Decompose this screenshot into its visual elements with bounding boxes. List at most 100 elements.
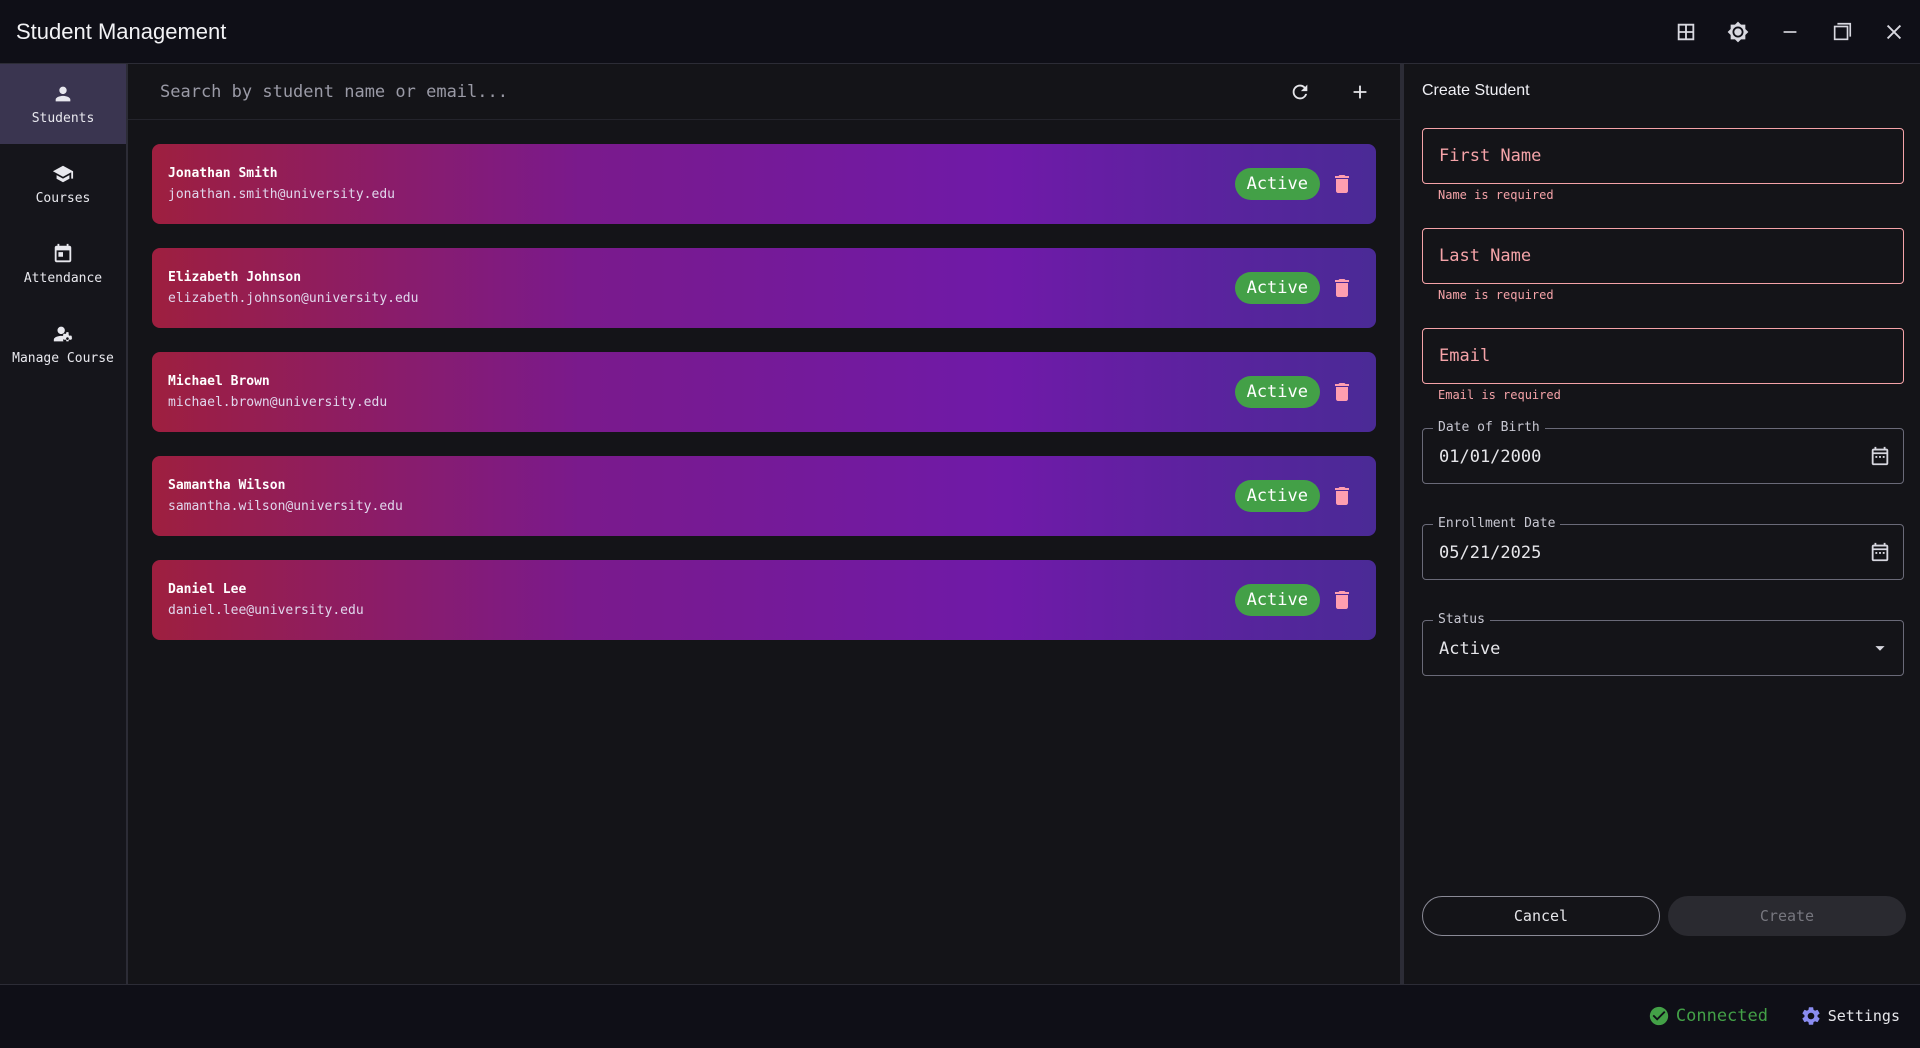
date-of-birth-field[interactable]: Date of Birth 01/01/2000 bbox=[1422, 420, 1904, 484]
delete-button[interactable] bbox=[1330, 484, 1354, 508]
trash-icon bbox=[1335, 175, 1349, 193]
brightness-icon bbox=[1727, 21, 1749, 43]
enrollment-date-label: Enrollment Date bbox=[1433, 516, 1561, 531]
calendar-icon[interactable] bbox=[1869, 541, 1891, 563]
create-button[interactable]: Create bbox=[1668, 896, 1906, 936]
close-icon bbox=[1886, 24, 1902, 40]
student-name: Jonathan Smith bbox=[168, 166, 278, 181]
chevron-down-icon bbox=[1875, 646, 1885, 651]
calendar-icon bbox=[54, 243, 72, 262]
student-email: jonathan.smith@university.edu bbox=[168, 187, 395, 202]
status-badge: Active bbox=[1234, 480, 1320, 512]
maximize-icon bbox=[1833, 22, 1852, 41]
delete-button[interactable] bbox=[1330, 276, 1354, 300]
student-info: Samantha Wilson samantha.wilson@universi… bbox=[168, 478, 403, 514]
trash-icon bbox=[1335, 279, 1349, 297]
student-name: Daniel Lee bbox=[168, 582, 247, 597]
student-list-panel: Jonathan Smith jonathan.smith@university… bbox=[128, 64, 1404, 984]
list-actions bbox=[1270, 64, 1390, 120]
student-card[interactable]: Jonathan Smith jonathan.smith@university… bbox=[152, 144, 1376, 224]
close-button[interactable] bbox=[1868, 0, 1920, 64]
student-card[interactable]: Daniel Lee daniel.lee@university.edu Act… bbox=[152, 560, 1376, 640]
student-info: Jonathan Smith jonathan.smith@university… bbox=[168, 166, 395, 202]
calendar-icon[interactable] bbox=[1869, 445, 1891, 467]
settings-label: Settings bbox=[1827, 1007, 1900, 1025]
sidebar: Students Courses Attendance Manage Cours… bbox=[0, 64, 128, 984]
student-email: elizabeth.johnson@university.edu bbox=[168, 291, 419, 306]
check-circle-icon bbox=[1649, 1006, 1669, 1026]
sidebar-item-label: Attendance bbox=[23, 270, 103, 286]
connection-status: Connected bbox=[1648, 1005, 1768, 1027]
delete-button[interactable] bbox=[1330, 588, 1354, 612]
student-card[interactable]: Elizabeth Johnson elizabeth.johnson@univ… bbox=[152, 248, 1376, 328]
last-name-error: Name is required bbox=[1438, 288, 1554, 302]
first-name-input[interactable] bbox=[1423, 129, 1903, 183]
school-icon bbox=[52, 165, 74, 182]
refresh-button[interactable] bbox=[1270, 64, 1330, 120]
student-email: samantha.wilson@university.edu bbox=[168, 499, 403, 514]
student-email: michael.brown@university.edu bbox=[168, 395, 388, 410]
create-student-panel: Create Student Name is required Name is … bbox=[1404, 64, 1920, 984]
sidebar-item-manage-course[interactable]: Manage Course bbox=[0, 304, 126, 384]
student-card[interactable]: Michael Brown michael.brown@university.e… bbox=[152, 352, 1376, 432]
sidebar-item-students[interactable]: Students bbox=[0, 64, 126, 144]
student-info: Michael Brown michael.brown@university.e… bbox=[168, 374, 387, 410]
title-bar: Student Management bbox=[0, 0, 1920, 64]
trash-icon bbox=[1335, 383, 1349, 401]
student-name: Elizabeth Johnson bbox=[168, 270, 302, 285]
delete-button[interactable] bbox=[1330, 380, 1354, 404]
sidebar-item-label: Manage Course bbox=[12, 350, 114, 366]
search-input[interactable] bbox=[160, 81, 1160, 102]
plus-icon bbox=[1353, 85, 1367, 99]
status-badge: Active bbox=[1234, 584, 1320, 616]
window-controls bbox=[1660, 0, 1920, 64]
status-badge: Active bbox=[1234, 272, 1320, 304]
dashboard-button[interactable] bbox=[1660, 0, 1712, 64]
gear-icon bbox=[1802, 1007, 1820, 1025]
date-of-birth-label: Date of Birth bbox=[1433, 420, 1545, 435]
status-badge: Active bbox=[1234, 376, 1320, 408]
search-bar bbox=[128, 64, 1400, 120]
email-input[interactable] bbox=[1423, 329, 1903, 383]
panel-title: Create Student bbox=[1422, 82, 1530, 99]
person-icon bbox=[55, 86, 71, 101]
student-info: Daniel Lee daniel.lee@university.edu bbox=[168, 582, 364, 618]
minimize-icon bbox=[1783, 31, 1797, 33]
manage-accounts-icon bbox=[53, 326, 73, 341]
theme-toggle-button[interactable] bbox=[1712, 0, 1764, 64]
email-field bbox=[1422, 328, 1904, 384]
minimize-button[interactable] bbox=[1764, 0, 1816, 64]
connection-label: Connected bbox=[1675, 1006, 1768, 1026]
enrollment-date-field[interactable]: Enrollment Date 05/21/2025 bbox=[1422, 516, 1904, 580]
trash-icon bbox=[1335, 591, 1349, 609]
refresh-icon bbox=[1292, 84, 1308, 100]
status-badge: Active bbox=[1234, 168, 1320, 200]
status-select[interactable]: Status Active bbox=[1422, 612, 1904, 676]
enrollment-date-value: 05/21/2025 bbox=[1439, 543, 1542, 563]
last-name-field bbox=[1422, 228, 1904, 284]
add-student-button[interactable] bbox=[1330, 64, 1390, 120]
sidebar-item-attendance[interactable]: Attendance bbox=[0, 224, 126, 304]
trash-icon bbox=[1335, 487, 1349, 505]
sidebar-item-label: Courses bbox=[35, 190, 91, 206]
delete-button[interactable] bbox=[1330, 172, 1354, 196]
last-name-input[interactable] bbox=[1423, 229, 1903, 283]
student-name: Samantha Wilson bbox=[168, 478, 286, 493]
student-list: Jonathan Smith jonathan.smith@university… bbox=[128, 120, 1400, 640]
sidebar-item-courses[interactable]: Courses bbox=[0, 144, 126, 224]
cancel-button[interactable]: Cancel bbox=[1422, 896, 1660, 936]
student-name: Michael Brown bbox=[168, 374, 270, 389]
email-error: Email is required bbox=[1438, 388, 1561, 402]
student-card[interactable]: Samantha Wilson samantha.wilson@universi… bbox=[152, 456, 1376, 536]
first-name-error: Name is required bbox=[1438, 188, 1554, 202]
status-value: Active bbox=[1439, 639, 1501, 659]
status-bar: Connected Settings bbox=[0, 984, 1920, 1048]
maximize-button[interactable] bbox=[1816, 0, 1868, 64]
sidebar-item-label: Students bbox=[31, 110, 95, 126]
settings-button[interactable]: Settings bbox=[1800, 1005, 1900, 1027]
date-of-birth-value: 01/01/2000 bbox=[1439, 447, 1542, 467]
app-title: Student Management bbox=[16, 18, 227, 44]
status-label: Status bbox=[1433, 612, 1490, 627]
dashboard-icon bbox=[1677, 23, 1695, 41]
student-info: Elizabeth Johnson elizabeth.johnson@univ… bbox=[168, 270, 418, 306]
